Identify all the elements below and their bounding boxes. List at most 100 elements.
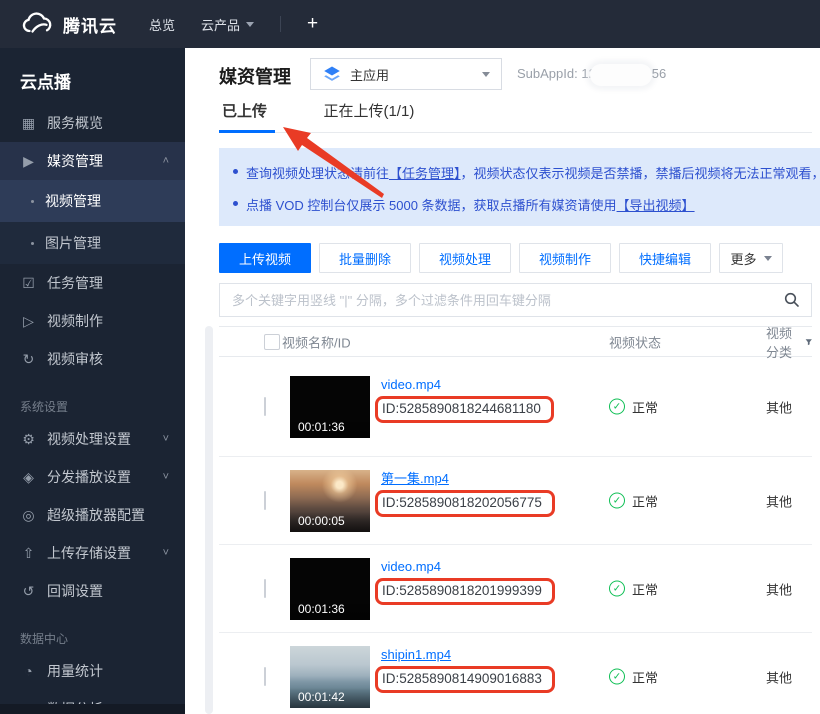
- sidebar-item-label: 回调设置: [47, 581, 103, 601]
- video-name-link[interactable]: video.mp4: [381, 376, 441, 393]
- video-info-cell: video.mp4ID:5285890818244681180: [381, 376, 554, 423]
- more-label: 更多: [730, 249, 756, 268]
- row-checkbox[interactable]: [264, 491, 266, 510]
- video-produce-play-icon: ▷: [20, 313, 37, 330]
- sidebar-item[interactable]: ↺ 回调设置: [0, 572, 185, 610]
- app-selector-value: 主应用: [350, 65, 389, 84]
- upload-video-button[interactable]: 上传视频: [219, 243, 311, 273]
- row-checkbox[interactable]: [264, 397, 266, 416]
- sidebar-item-label: 服务概览: [47, 113, 103, 133]
- app-selector-dropdown[interactable]: 主应用: [310, 58, 502, 90]
- video-status-cell: ✓正常: [609, 667, 658, 686]
- video-name-link[interactable]: 第一集.mp4: [381, 470, 449, 487]
- annotation-id-box: ID:5285890818201999399: [375, 578, 555, 605]
- table-row: 00:01:36 video.mp4 ID:5285890818201999399 ✓…: [219, 545, 812, 633]
- chevron-down-icon: ˅: [163, 547, 169, 559]
- video-id: ID:5285890814909016883: [382, 671, 542, 686]
- bullet-dot-icon: [31, 200, 34, 203]
- video-id: ID:5285890818202056775: [382, 495, 542, 510]
- notice-link[interactable]: 【导出视频】: [617, 198, 695, 213]
- sidebar-section-label: 系统设置: [0, 394, 185, 420]
- notice-item: 查询视频处理状态请前往【任务管理】，视频状态仅表示视频是否禁播，禁播后视频将无法…: [233, 163, 820, 182]
- sidebar-item[interactable]: ◈分发播放设置˅: [0, 458, 185, 496]
- sidebar-item[interactable]: ⚙视频处理设置˅: [0, 420, 185, 458]
- sidebar-menu: ▦ 服务概览 ▶媒资管理˄ 视频管理图片管理☑任务管理▷视频制作↻视频审核系统设置⚙视…: [0, 104, 185, 714]
- annotation-id-box: ID:5285890818202056775: [375, 490, 555, 517]
- sidebar-item[interactable]: ▦ 服务概览: [0, 104, 185, 142]
- sidebar-item-label: 上传存储设置: [47, 543, 131, 563]
- notice-link[interactable]: 【任务管理】: [389, 166, 461, 181]
- search-box: [219, 283, 812, 317]
- video-duration: 00:01:36: [298, 602, 345, 616]
- video-duration: 00:01:42: [298, 690, 345, 704]
- video-thumbnail[interactable]: 00:00:05: [290, 470, 370, 532]
- sidebar-item[interactable]: ☑任务管理: [0, 264, 185, 302]
- sidebar-item[interactable]: ◔用量统计: [0, 652, 185, 690]
- video-status-cell: ✓正常: [609, 491, 658, 510]
- search-icon[interactable]: [784, 292, 800, 308]
- toolbar-button[interactable]: 快捷编辑: [619, 243, 711, 273]
- more-button[interactable]: 更多: [719, 243, 783, 273]
- sidebar-item[interactable]: ▶媒资管理˄: [0, 142, 185, 180]
- add-tab-button[interactable]: +: [307, 13, 318, 35]
- video-status-cell: ✓正常: [609, 579, 658, 598]
- sidebar-subitem[interactable]: 视频管理: [0, 180, 185, 222]
- status-text: 正常: [632, 491, 658, 510]
- chevron-up-icon: ˄: [163, 155, 169, 167]
- toolbar-button[interactable]: 视频制作: [519, 243, 611, 273]
- status-text: 正常: [632, 667, 658, 686]
- sidebar-item-label: 任务管理: [47, 273, 103, 293]
- scrollbar-track[interactable]: [205, 326, 213, 714]
- notice-text: 查询视频处理状态请前往【任务管理】，视频状态仅表示视频是否禁播，禁播后视频将无法…: [246, 163, 820, 182]
- notice-item: 点播 VOD 控制台仅展示 5000 条数据，获取点播所有媒资请使用【导出视频】: [233, 195, 820, 214]
- row-checkbox-cell: [264, 492, 266, 510]
- video-info-cell: 第一集.mp4 ID:5285890818202056775: [381, 470, 555, 517]
- row-checkbox-cell: [264, 398, 266, 416]
- nav-products[interactable]: 云产品: [201, 15, 254, 34]
- column-category: 视频分类: [766, 323, 812, 361]
- nav-divider: [280, 16, 281, 32]
- sidebar-item[interactable]: ↻视频审核: [0, 340, 185, 378]
- bullet-dot-icon: [233, 169, 238, 174]
- toolbar-button[interactable]: 视频处理: [419, 243, 511, 273]
- toolbar: 上传视频 批量删除视频处理视频制作快捷编辑更多: [219, 243, 783, 273]
- sidebar-item[interactable]: ⇧ 上传存储设置 ˅: [0, 534, 185, 572]
- media-table: 视频名称/ID 视频状态 视频分类 00:01:36video.mp4ID:52…: [219, 326, 812, 714]
- brand-logo[interactable]: 腾讯云: [20, 12, 117, 37]
- video-duration: 00:01:36: [298, 420, 345, 434]
- video-name-link[interactable]: video.mp4: [381, 558, 441, 575]
- redaction-blur: [590, 64, 652, 86]
- sidebar-bottom-shade: [0, 704, 185, 714]
- chevron-down-icon: ˅: [163, 433, 169, 445]
- tencent-cloud-logo-icon: [20, 12, 54, 36]
- video-thumbnail[interactable]: 00:01:36: [290, 376, 370, 438]
- nav-overview[interactable]: 总览: [149, 15, 175, 34]
- video-thumbnail[interactable]: 00:01:36: [290, 558, 370, 620]
- video-info-cell: shipin1.mp4 ID:5285890814909016883: [381, 646, 555, 693]
- overview-grid-icon: ▦: [20, 115, 37, 132]
- distribution-play-icon: ◈: [20, 469, 37, 486]
- tab-uploading[interactable]: 正在上传(1/1): [323, 100, 414, 121]
- sidebar-subitem-label: 视频管理: [45, 191, 101, 211]
- filter-funnel-icon[interactable]: [805, 336, 813, 348]
- sidebar-item[interactable]: ◎超级播放器配置: [0, 496, 185, 534]
- sidebar-item[interactable]: ▷视频制作: [0, 302, 185, 340]
- toolbar-button[interactable]: 批量删除: [319, 243, 411, 273]
- tab-bar: 已上传 正在上传(1/1): [219, 100, 812, 133]
- upload-storage-icon: ⇧: [20, 545, 37, 562]
- row-checkbox[interactable]: [264, 667, 266, 686]
- select-all-checkbox[interactable]: [264, 334, 280, 350]
- video-category: 其他: [766, 397, 792, 416]
- row-checkbox[interactable]: [264, 579, 266, 598]
- chevron-down-icon: [246, 22, 254, 27]
- search-input[interactable]: [219, 283, 812, 317]
- video-name-link[interactable]: shipin1.mp4: [381, 646, 451, 663]
- sidebar-subitem[interactable]: 图片管理: [0, 222, 185, 264]
- callback-settings-icon: ↺: [20, 583, 37, 600]
- video-thumbnail[interactable]: 00:01:42: [290, 646, 370, 708]
- sidebar-section-label: 数据中心: [0, 626, 185, 652]
- annotation-id-box: ID:5285890818244681180: [375, 396, 554, 423]
- row-checkbox-cell: [264, 580, 266, 598]
- notice-text-pre: 点播 VOD 控制台仅展示 5000 条数据，获取点播所有媒资请使用: [246, 198, 617, 213]
- tab-uploaded[interactable]: 已上传: [222, 100, 267, 121]
